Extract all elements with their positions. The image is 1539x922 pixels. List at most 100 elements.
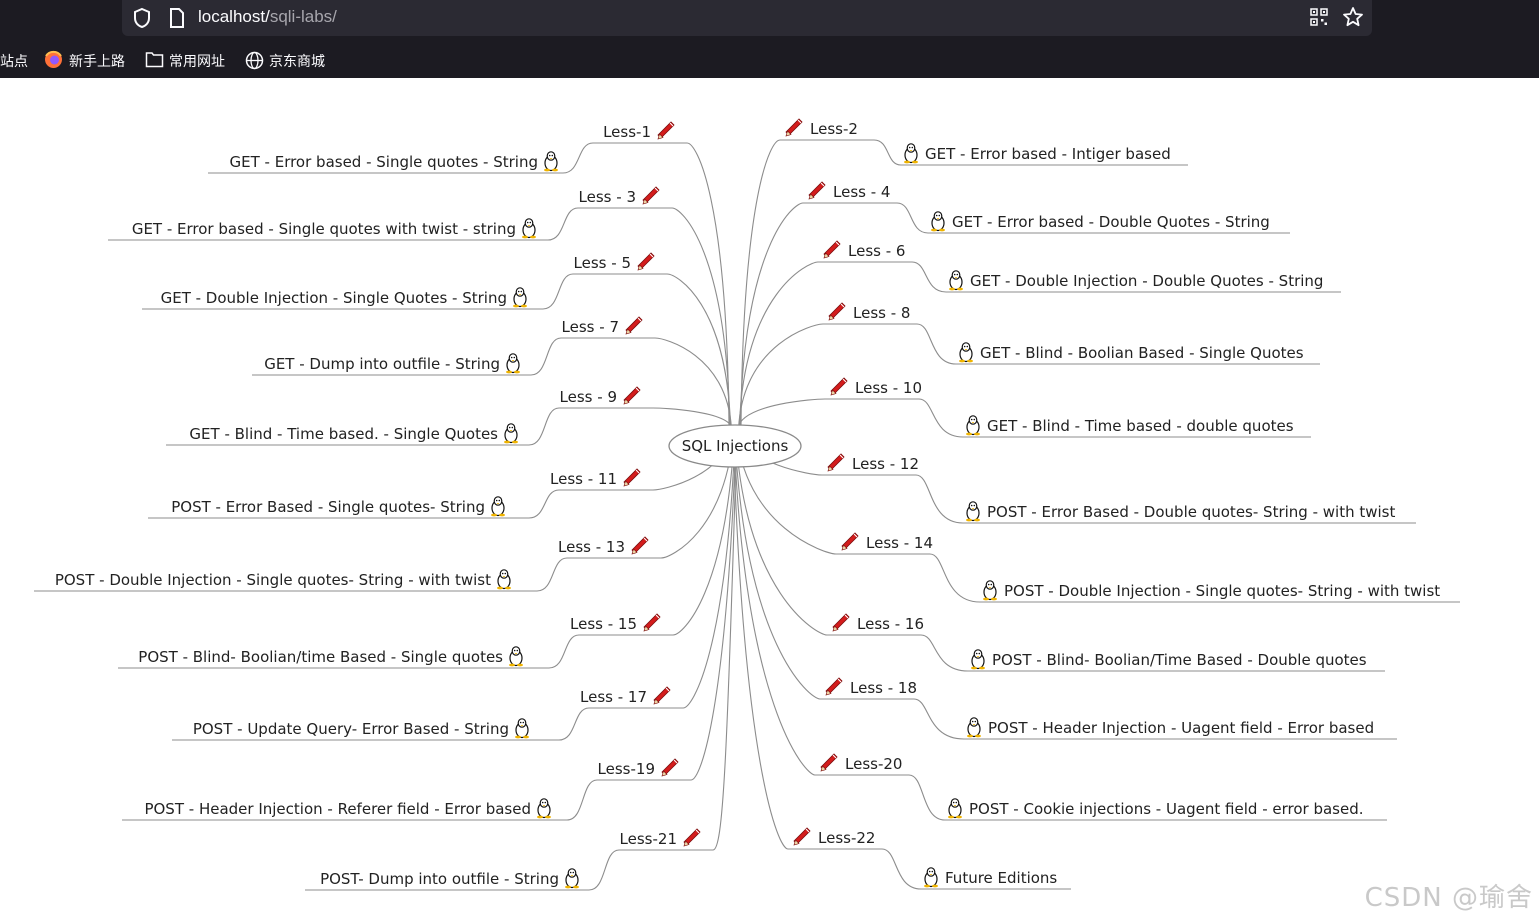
sub-branch-line: [918, 398, 964, 438]
linux-tux-icon: [958, 342, 974, 363]
challenge-title-left[interactable]: GET - Blind - Time based. - Single Quote…: [189, 425, 498, 443]
bookmark-common-sites[interactable]: 常用网址: [169, 51, 225, 71]
less-label-right[interactable]: Less - 4: [833, 183, 890, 201]
sub-branch-line: [542, 273, 574, 310]
challenge-title-right[interactable]: POST - Blind- Boolian/Time Based - Doubl…: [992, 651, 1367, 669]
challenge-title-right[interactable]: GET - Error based - Intiger based: [925, 145, 1171, 163]
page-icon: [170, 8, 184, 28]
sub-branch-line: [558, 707, 590, 741]
pencil-icon: [830, 377, 848, 396]
sub-branch-line: [547, 207, 579, 241]
pencil-icon: [825, 677, 843, 696]
less-label-left[interactable]: Less-21: [620, 830, 677, 848]
less-label-left[interactable]: Less - 13: [558, 538, 625, 556]
pencil-icon: [785, 118, 803, 137]
less-label-left[interactable]: Less - 9: [560, 388, 617, 406]
branch-line: [737, 398, 826, 429]
challenge-title-right[interactable]: GET - Blind - Boolian Based - Single Quo…: [980, 344, 1304, 362]
linux-tux-icon: [923, 867, 939, 889]
branch-line: [740, 139, 781, 429]
challenge-title-left[interactable]: GET - Error based - Single quotes with t…: [132, 220, 516, 238]
pencil-icon: [657, 121, 675, 140]
bookmark-star-icon[interactable]: [1342, 6, 1364, 28]
less-label-right[interactable]: Less - 14: [866, 534, 933, 552]
challenge-title-left[interactable]: POST - Header Injection - Referer field …: [144, 800, 531, 818]
branch-line: [733, 427, 816, 776]
pencil-icon: [637, 252, 655, 271]
pencil-icon: [823, 240, 841, 259]
less-label-right[interactable]: Less - 10: [855, 379, 922, 397]
less-label-left[interactable]: Less-19: [598, 760, 655, 778]
challenge-title-right[interactable]: GET - Blind - Time based - double quotes: [987, 417, 1294, 435]
csdn-watermark: CSDN @瑜舍: [1364, 883, 1533, 913]
pencil-icon: [828, 302, 846, 321]
less-label-left[interactable]: Less - 3: [579, 188, 636, 206]
sub-branch-line: [929, 553, 981, 603]
shield-icon[interactable]: [132, 7, 152, 29]
sub-branch-line: [588, 849, 620, 891]
less-label-right[interactable]: Less-20: [845, 755, 902, 773]
linux-tux-icon: [490, 496, 506, 518]
sub-branch-line: [896, 202, 929, 234]
challenge-title-left[interactable]: GET - Double Injection - Single Quotes -…: [161, 289, 507, 307]
branch-line: [671, 207, 731, 429]
challenge-title-right[interactable]: GET - Error based - Double Quotes - Stri…: [952, 213, 1270, 231]
sub-branch-line: [920, 634, 969, 672]
less-label-left[interactable]: Less - 15: [570, 615, 637, 633]
challenge-title-right[interactable]: POST - Double Injection - Single quotes-…: [1004, 582, 1440, 600]
url-text[interactable]: localhost/sqli-labs/: [198, 7, 337, 27]
linux-tux-icon: [965, 415, 981, 436]
sub-branch-line: [528, 407, 560, 446]
challenge-title-right[interactable]: POST - Error Based - Double quotes- Stri…: [987, 503, 1395, 521]
challenge-title-left[interactable]: GET - Error based - Single quotes - Stri…: [230, 153, 539, 171]
less-label-right[interactable]: Less - 16: [857, 615, 924, 633]
pencil-icon: [623, 468, 641, 487]
pencil-icon: [841, 532, 859, 551]
less-label-left[interactable]: Less - 7: [562, 318, 619, 336]
challenge-title-right[interactable]: Future Editions: [945, 869, 1057, 887]
bookmark-getting-started[interactable]: 新手上路: [69, 51, 125, 71]
address-bar[interactable]: localhost/sqli-labs/: [122, 0, 1372, 36]
challenge-title-left[interactable]: POST - Error Based - Single quotes- Stri…: [171, 498, 485, 516]
less-label-right[interactable]: Less-22: [818, 829, 875, 847]
challenge-title-right[interactable]: POST - Cookie injections - Uagent field …: [969, 800, 1364, 818]
pencil-icon: [642, 186, 660, 205]
challenge-title-left[interactable]: GET - Dump into outfile - String: [264, 355, 500, 373]
less-label-left[interactable]: Less - 17: [580, 688, 647, 706]
qr-code-icon[interactable]: [1310, 8, 1328, 26]
linux-tux-icon: [496, 569, 512, 591]
less-label-right[interactable]: Less - 12: [852, 455, 919, 473]
linux-tux-icon: [970, 649, 986, 671]
less-label-right[interactable]: Less - 8: [853, 304, 910, 322]
less-label-right[interactable]: Less-2: [810, 120, 858, 138]
challenge-title-left[interactable]: POST - Blind- Boolian/time Based - Singl…: [138, 648, 503, 666]
linux-tux-icon: [903, 143, 919, 164]
firefox-icon: [45, 50, 62, 68]
less-label-left[interactable]: Less-1: [603, 123, 651, 141]
pencil-icon: [832, 613, 850, 632]
less-label-left[interactable]: Less - 5: [574, 254, 631, 272]
linux-tux-icon: [543, 151, 559, 172]
center-node[interactable]: SQL Injections: [668, 424, 802, 468]
pencil-icon: [643, 613, 661, 632]
sub-branch-line: [911, 261, 947, 293]
linux-tux-icon: [564, 868, 580, 890]
bookmark-sites[interactable]: 站点: [0, 51, 28, 71]
challenge-title-left[interactable]: POST- Dump into outfile - String: [320, 870, 559, 888]
branch-line: [654, 337, 732, 429]
linux-tux-icon: [505, 353, 521, 374]
less-label-right[interactable]: Less - 18: [850, 679, 917, 697]
challenge-title-left[interactable]: POST - Double Injection - Single quotes-…: [55, 571, 491, 589]
challenge-title-right[interactable]: POST - Header Injection - Uagent field -…: [988, 719, 1374, 737]
pencil-icon: [827, 453, 845, 472]
linux-tux-icon: [536, 798, 552, 820]
bookmark-jd[interactable]: 京东商城: [269, 51, 325, 71]
sub-branch-line: [530, 337, 562, 376]
less-label-right[interactable]: Less - 6: [848, 242, 905, 260]
linux-tux-icon: [514, 718, 530, 740]
sub-branch-line: [536, 557, 568, 592]
challenge-title-right[interactable]: GET - Double Injection - Double Quotes -…: [970, 272, 1323, 290]
challenge-title-left[interactable]: POST - Update Query- Error Based - Strin…: [193, 720, 509, 738]
less-label-left[interactable]: Less - 11: [550, 470, 617, 488]
mindmap-nodes: Less-1 GET - Error based - Single quotes …: [55, 118, 1440, 890]
